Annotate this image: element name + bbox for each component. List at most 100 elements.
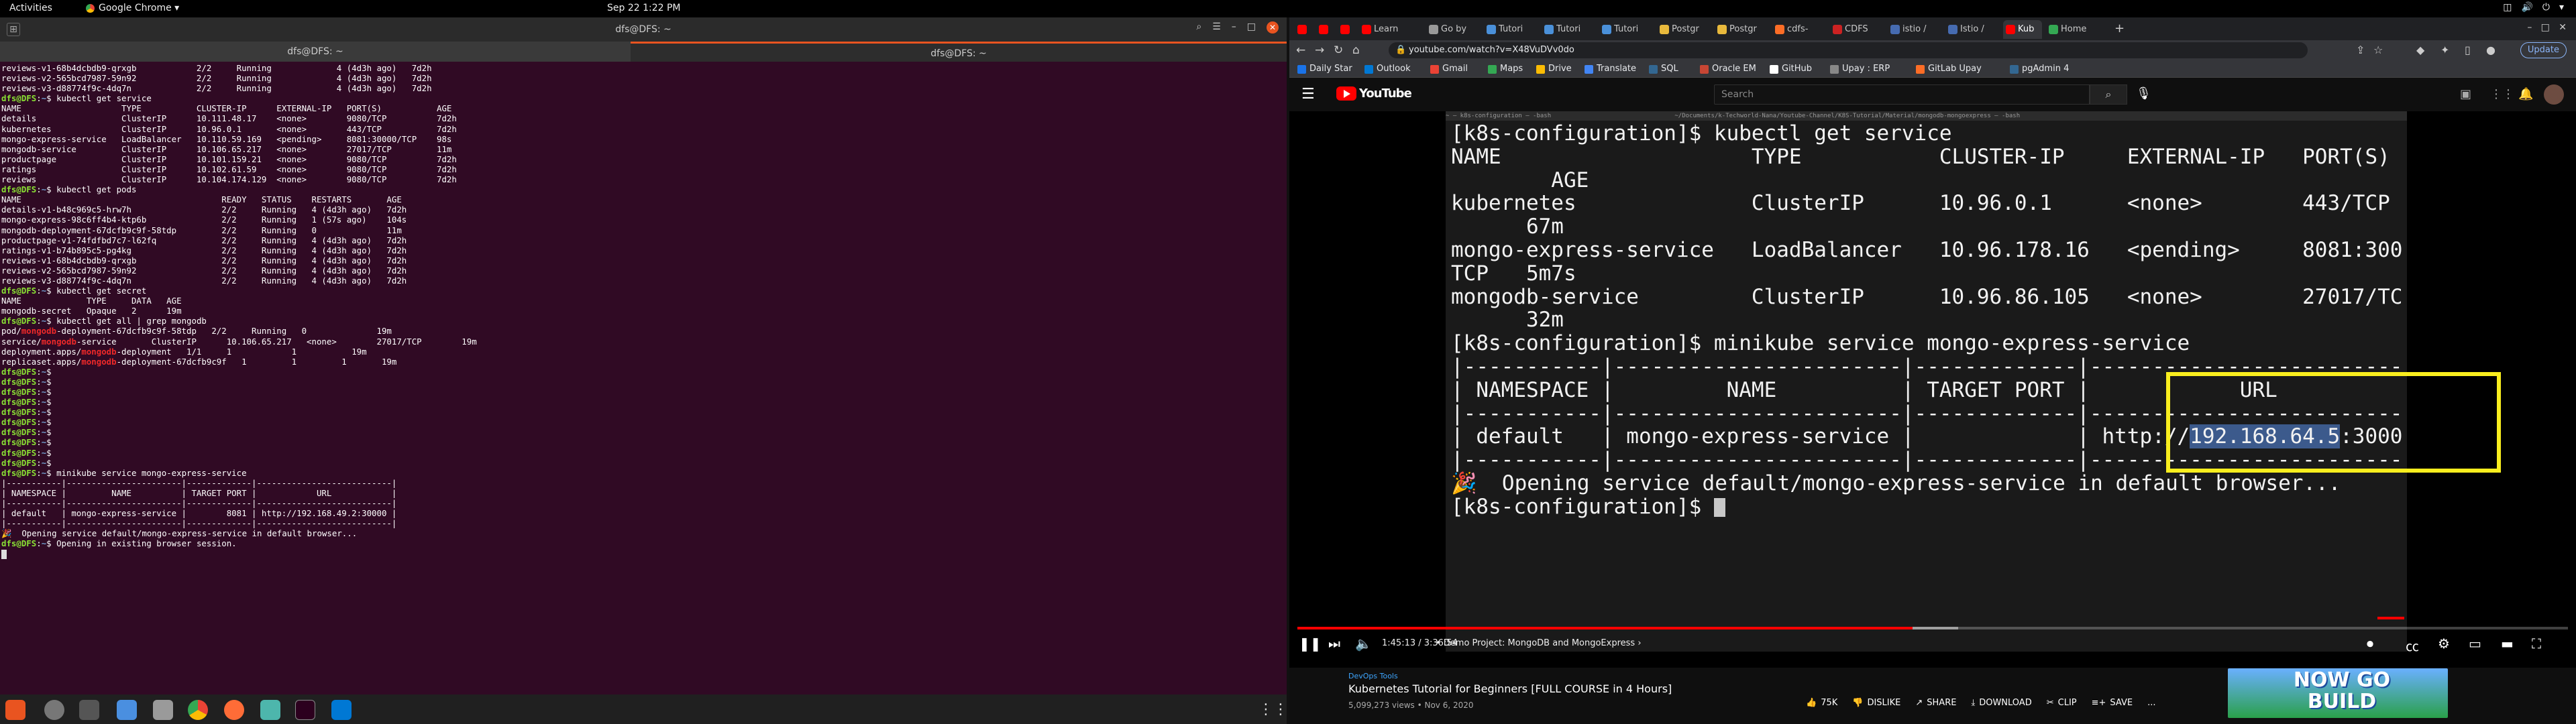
volume-icon[interactable]: 🔈 [1355,636,1372,652]
terminal-text: NAME TYPE CLUSTER-IP EXTERNAL-IP PORT(S)… [1,103,452,114]
subtitles-icon[interactable]: ㏄ [2406,636,2419,655]
next-icon[interactable]: ⏭ [1328,636,1340,652]
terminal-output[interactable]: reviews-v1-68b4dcbdb9-qrxgb 2/2 Running … [0,62,1287,689]
terminal-text: : [36,407,42,418]
screenshot-icon[interactable] [260,700,280,720]
back-icon[interactable]: ← [1296,44,1305,57]
bookmark-item[interactable]: GitLab Upay [1916,64,1982,74]
autoplay-toggle[interactable]: ⏺ [2367,636,2373,652]
clock[interactable]: Sep 22 1:22 PM [607,3,681,13]
bookmark-item[interactable]: GitHub [1770,64,1812,74]
minimize-icon[interactable]: – [1232,21,1236,34]
youtube-logo-text[interactable]: YouTube [1359,86,1412,101]
search-button[interactable]: ⌕ [2090,84,2127,105]
video-terminal-text: mongo-express-service LoadBalancer 10.96… [1451,237,2404,262]
vscode-icon[interactable] [331,700,352,720]
terminal-tab-2[interactable]: dfs@DFS: ~ [631,42,1287,62]
browser-tab[interactable]: Learn [1359,20,1421,39]
bookmark-item[interactable]: Drive [1536,64,1572,74]
progress-bar[interactable] [1297,627,2568,629]
youtube-header: ☰ YouTube Search ⌕ 🎙 ▣ ⋮⋮ 🔔 [1289,78,2576,111]
browser-tab[interactable] [1295,20,1312,39]
more-actions-button[interactable]: ... [2147,698,2155,708]
maximize-icon[interactable]: □ [1247,21,1256,34]
clip-button[interactable]: ✂ CLIP [2047,698,2077,708]
browser-tab[interactable]: Postgr [1657,20,1711,39]
save-button[interactable]: ≡+ SAVE [2092,698,2133,708]
bookmark-item[interactable]: Upay : ERP [1830,64,1890,74]
ad-banner[interactable]: NOW GO BUILD [2228,668,2448,718]
ubuntu-software-icon[interactable] [5,700,25,720]
theater-mode-icon[interactable]: ▬ [2501,636,2514,652]
search-icon[interactable]: ⌕ [1196,21,1201,34]
sidebar-icon[interactable]: ▯ [2465,44,2471,56]
browser-tab[interactable]: istio / [1888,20,1941,39]
extension-icon[interactable]: ◆ [2416,44,2424,56]
bookmark-item[interactable]: pgAdmin 4 [2010,64,2069,74]
app-menu[interactable]: Google Chrome ▾ [86,3,179,13]
browser-tab[interactable]: CDFS [1830,20,1884,39]
bookmark-star-icon[interactable]: ☆ [2373,44,2383,56]
folder-icon[interactable] [153,700,173,720]
browser-tab[interactable] [1316,20,1334,39]
browser-tab[interactable] [1338,20,1355,39]
channel-name[interactable]: DevOps Tools [1348,672,1398,680]
close-icon[interactable]: ✕ [1267,21,1279,34]
browser-tab[interactable]: Tutori [1542,20,1595,39]
settings-gear-icon[interactable]: ⚙ [2438,636,2450,652]
settings-icon[interactable] [44,700,64,720]
browser-tab[interactable]: Kub [2003,20,2042,39]
share-page-icon[interactable]: ⇪ [2356,44,2365,56]
bookmark-item[interactable]: Oracle EM [1700,64,1756,74]
system-tray[interactable]: ◫ 🔊 ⏻ ▾ [2503,2,2564,13]
video-player[interactable]: ~ — k8s-configuration — -bash ~/Document… [1289,111,2576,668]
terminal-dock-icon[interactable] [295,700,315,720]
microphone-icon[interactable]: 🎙 [2136,86,2151,101]
browser-tab[interactable]: Tutori [1599,20,1653,39]
postman-icon[interactable] [224,700,244,720]
apps-icon[interactable]: ⋮⋮ [2490,87,2514,101]
avatar[interactable] [2544,84,2564,105]
bookmark-item[interactable]: Outlook [1364,64,1411,74]
notifications-icon[interactable]: 🔔 [2518,87,2533,101]
docs-icon[interactable] [117,700,137,720]
search-input[interactable]: Search [1714,84,2090,105]
bookmark-item[interactable]: Translate [1585,64,1636,74]
files-icon[interactable] [79,700,99,720]
like-button[interactable]: 👍 75K [1806,698,1837,708]
browser-tab[interactable]: Tutori [1484,20,1538,39]
browser-tab[interactable]: Istio / [1945,20,1999,39]
activities-button[interactable]: Activities [9,3,52,13]
bookmark-item[interactable]: SQL [1649,64,1678,74]
terminal-tab-1[interactable]: dfs@DFS: ~ [0,42,631,62]
pause-icon[interactable]: ❚❚ [1299,636,1322,652]
bookmark-item[interactable]: Gmail [1430,64,1468,74]
download-button[interactable]: ⤓ DOWNLOAD [1971,698,2031,708]
fullscreen-icon[interactable]: ⛶ [2532,636,2541,652]
app-grid-icon[interactable]: ⋮⋮ [1258,700,1288,720]
home-icon[interactable]: ⌂ [1352,44,1360,57]
hamburger-menu-icon[interactable]: ☰ [1212,21,1221,34]
browser-tab[interactable]: cdfs- [1772,20,1826,39]
browser-tab[interactable]: Go by [1426,20,1480,39]
profile-icon[interactable]: ● [2486,44,2496,56]
hamburger-menu-icon[interactable]: ☰ [1301,86,1315,103]
forward-icon[interactable]: → [1315,44,1324,57]
address-bar[interactable]: 🔒 youtube.com/watch?v=X48VuDVv0do [1389,42,2308,58]
chrome-dock-icon[interactable] [188,700,208,720]
window-controls[interactable]: – □ ✕ [2527,22,2567,33]
update-button[interactable]: Update [2520,42,2567,58]
bookmark-item[interactable]: Daily Star [1297,64,1352,74]
dislike-button[interactable]: 👎 DISLIKE [1852,698,1900,708]
browser-tab[interactable]: Home [2046,20,2106,39]
bookmark-item[interactable]: Maps [1488,64,1523,74]
youtube-logo-icon[interactable] [1336,86,1356,101]
browser-tab[interactable]: Postgr [1715,20,1768,39]
share-button[interactable]: ↗ SHARE [1915,698,1956,708]
reload-icon[interactable]: ↻ [1334,44,1343,57]
puzzle-icon[interactable]: ✦ [2440,44,2449,56]
new-tab-icon[interactable]: + [2114,21,2125,36]
miniplayer-icon[interactable]: ▭ [2469,636,2481,652]
create-video-icon[interactable]: ▣ [2460,87,2471,101]
chapter-title[interactable]: • Demo Project: MongoDB and MongoExpress… [1436,638,1642,648]
